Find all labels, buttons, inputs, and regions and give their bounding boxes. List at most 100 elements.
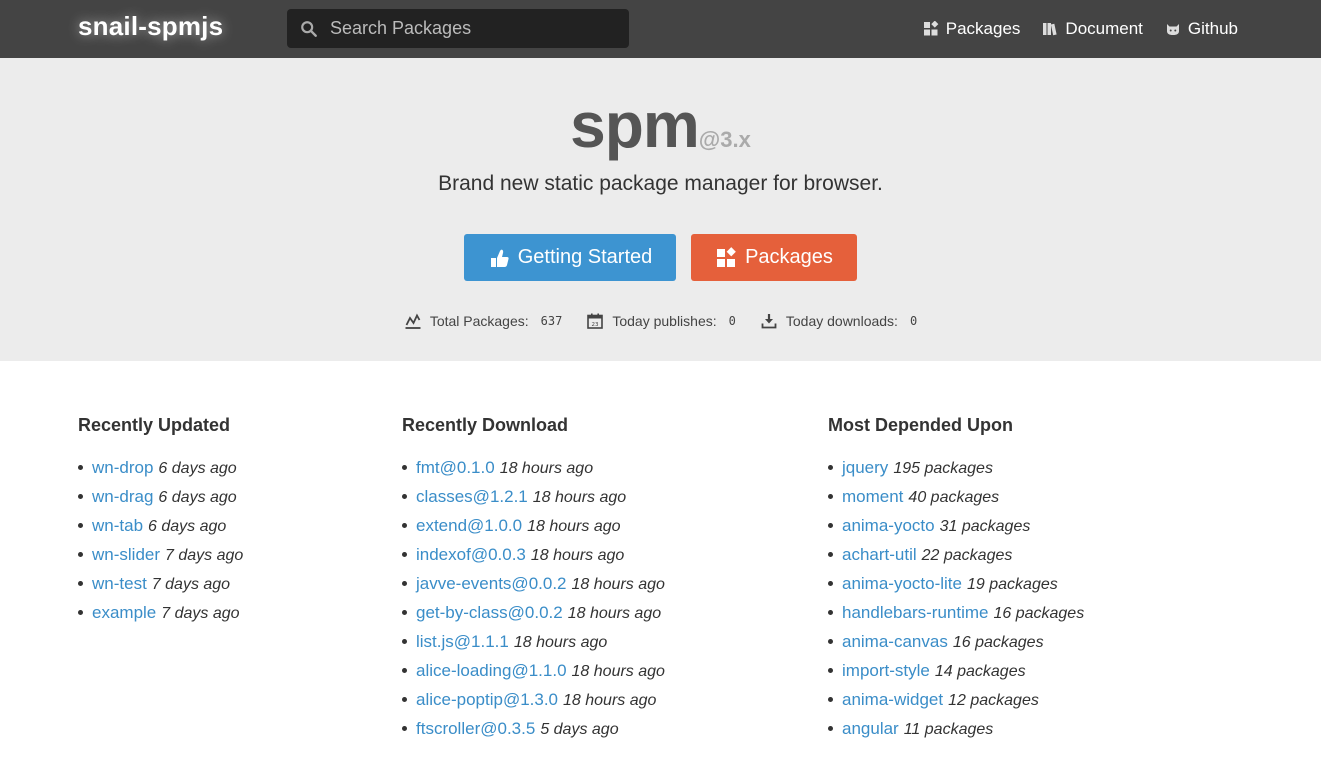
navbar: snail-spmjs Packages Document: [0, 0, 1321, 58]
package-link[interactable]: moment: [842, 487, 903, 507]
bullet-icon: [402, 494, 407, 499]
package-link[interactable]: javve-events@0.0.2: [416, 574, 567, 594]
package-link[interactable]: achart-util: [842, 545, 917, 565]
calendar-icon: 23: [587, 313, 604, 329]
search-input[interactable]: [318, 18, 629, 39]
package-meta: 12 packages: [948, 692, 1039, 709]
package-link[interactable]: anima-yocto-lite: [842, 574, 962, 594]
nav-packages-link[interactable]: Packages: [923, 19, 1020, 39]
nav-document-link[interactable]: Document: [1042, 19, 1143, 39]
search-icon: [301, 20, 317, 37]
bullet-icon: [78, 552, 83, 557]
nav-github-link[interactable]: Github: [1165, 19, 1238, 39]
chart-line-icon: [405, 313, 421, 329]
getting-started-button[interactable]: Getting Started: [464, 234, 676, 281]
package-link[interactable]: wn-tab: [92, 516, 143, 536]
package-meta: 18 hours ago: [513, 634, 608, 651]
package-link[interactable]: fmt@0.1.0: [416, 458, 495, 478]
packages-button-label: Packages: [745, 246, 833, 268]
bullet-icon: [402, 552, 407, 557]
packages-button[interactable]: Packages: [691, 234, 857, 281]
package-link[interactable]: handlebars-runtime: [842, 603, 988, 623]
package-link[interactable]: anima-yocto: [842, 516, 935, 536]
package-meta: 31 packages: [939, 518, 1031, 535]
package-meta: 16 packages: [952, 634, 1044, 651]
svg-text:23: 23: [592, 322, 599, 328]
bullet-icon: [78, 581, 83, 586]
list-item: moment 40 packages: [828, 487, 1084, 516]
list-item: ftscroller@0.3.5 5 days ago: [402, 719, 665, 748]
package-meta: 5 days ago: [540, 721, 619, 738]
package-meta: 6 days ago: [158, 460, 237, 477]
list-item: anima-canvas 16 packages: [828, 632, 1084, 661]
package-link[interactable]: alice-poptip@1.3.0: [416, 690, 558, 710]
package-link[interactable]: extend@1.0.0: [416, 516, 522, 536]
package-meta: 18 hours ago: [563, 692, 657, 709]
package-link[interactable]: angular: [842, 719, 899, 739]
package-link[interactable]: get-by-class@0.0.2: [416, 603, 563, 623]
bullet-icon: [402, 726, 407, 731]
package-link[interactable]: classes@1.2.1: [416, 487, 528, 507]
hand-pointer-icon: [490, 249, 509, 267]
bullet-icon: [828, 581, 833, 586]
package-meta: 18 hours ago: [527, 518, 621, 535]
package-link[interactable]: anima-canvas: [842, 632, 948, 652]
package-link[interactable]: wn-slider: [92, 545, 160, 565]
package-meta: 7 days ago: [151, 576, 231, 593]
package-link[interactable]: wn-drop: [92, 458, 153, 478]
list-item: javve-events@0.0.2 18 hours ago: [402, 574, 665, 603]
stat-total-label: Total Packages:: [429, 313, 529, 329]
list-item: import-style 14 packages: [828, 661, 1084, 690]
package-link[interactable]: anima-widget: [842, 690, 943, 710]
search-box[interactable]: [287, 9, 629, 48]
stat-publishes-label: Today publishes:: [612, 313, 717, 329]
package-meta: 18 hours ago: [499, 460, 594, 477]
bullet-icon: [828, 639, 833, 644]
list-item: list.js@1.1.1 18 hours ago: [402, 632, 665, 661]
recently-updated-heading: Recently Updated: [78, 415, 231, 435]
nav-github-label: Github: [1187, 19, 1238, 38]
stat-total-packages: Total Packages: 637: [404, 312, 562, 330]
package-link[interactable]: indexof@0.0.3: [416, 545, 526, 565]
books-icon: [1043, 23, 1058, 36]
bullet-icon: [78, 610, 83, 615]
package-meta: 18 hours ago: [571, 576, 665, 593]
bullet-icon: [828, 494, 833, 499]
list-item: get-by-class@0.0.2 18 hours ago: [402, 603, 665, 632]
bullet-icon: [78, 523, 83, 528]
package-link[interactable]: jquery: [842, 458, 888, 478]
list-item: wn-test 7 days ago: [78, 574, 243, 603]
nav-document-label: Document: [1065, 19, 1143, 38]
package-link[interactable]: list.js@1.1.1: [416, 632, 509, 652]
package-meta: 7 days ago: [161, 605, 240, 622]
nav-links: Packages Document Github: [923, 0, 1238, 58]
package-link[interactable]: wn-test: [92, 574, 147, 594]
stat-publishes-value: 0: [728, 314, 736, 328]
package-link[interactable]: alice-loading@1.1.0: [416, 661, 567, 681]
bullet-icon: [402, 668, 407, 673]
site-logo[interactable]: snail-spmjs: [78, 11, 223, 42]
package-link[interactable]: example: [92, 603, 156, 623]
stat-today-publishes: 23 Today publishes: 0: [586, 312, 736, 330]
hero-section: spm@3.x Brand new static package manager…: [0, 58, 1321, 361]
list-item: wn-slider 7 days ago: [78, 545, 243, 574]
stat-downloads-value: 0: [909, 314, 918, 328]
packages-icon: [717, 246, 736, 267]
list-item: extend@1.0.0 18 hours ago: [402, 516, 665, 545]
package-link[interactable]: ftscroller@0.3.5: [416, 719, 535, 739]
bullet-icon: [828, 697, 833, 702]
package-meta: 195 packages: [893, 460, 993, 477]
package-meta: 40 packages: [908, 489, 1000, 506]
bullet-icon: [402, 697, 407, 702]
stats-bar: Total Packages: 637 23 Today publishes: …: [0, 312, 1321, 330]
list-item: wn-tab 6 days ago: [78, 516, 243, 545]
list-item: anima-yocto 31 packages: [828, 516, 1084, 545]
hero-title: spm@3.x: [0, 88, 1321, 162]
stat-today-downloads: Today downloads: 0: [760, 312, 917, 330]
package-meta: 6 days ago: [158, 489, 237, 506]
package-link[interactable]: wn-drag: [92, 487, 153, 507]
list-item: handlebars-runtime 16 packages: [828, 603, 1084, 632]
package-link[interactable]: import-style: [842, 661, 930, 681]
bullet-icon: [402, 581, 407, 586]
most-depended-list: jquery 195 packages moment 40 packages anima…: [828, 458, 1084, 748]
